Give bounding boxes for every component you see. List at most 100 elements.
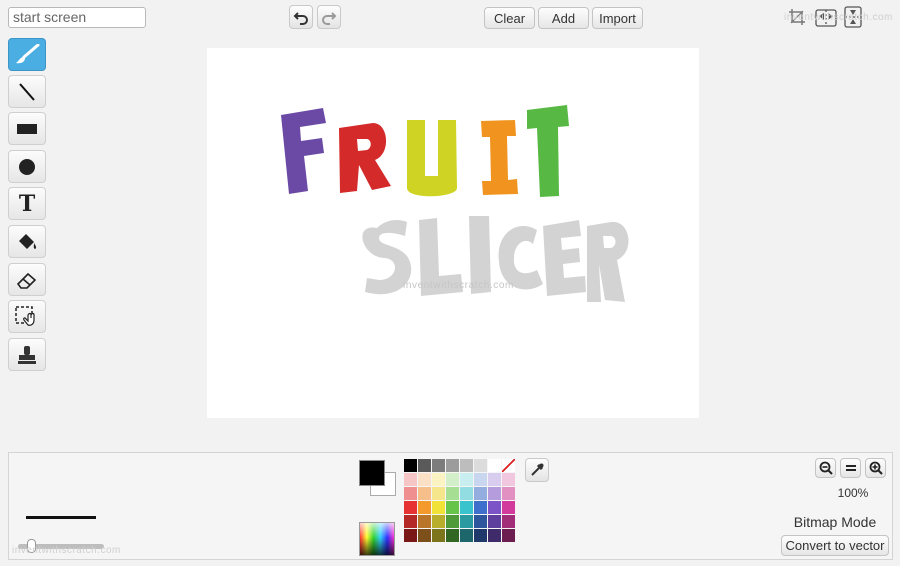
palette-swatch[interactable] bbox=[502, 529, 515, 542]
palette-swatch[interactable] bbox=[418, 515, 431, 528]
add-button[interactable]: Add bbox=[538, 7, 589, 29]
brush-size-preview bbox=[26, 516, 96, 519]
palette-swatch[interactable] bbox=[460, 501, 473, 514]
clear-button[interactable]: Clear bbox=[484, 7, 535, 29]
palette-swatch[interactable] bbox=[502, 515, 515, 528]
slicer-letter-r bbox=[587, 221, 629, 302]
palette-swatch[interactable] bbox=[488, 529, 501, 542]
zoom-level-label: 100% bbox=[837, 486, 869, 500]
equals-icon bbox=[845, 465, 856, 471]
palette-swatch[interactable] bbox=[488, 459, 501, 472]
color-picker-gradient[interactable] bbox=[359, 522, 395, 556]
palette-swatch[interactable] bbox=[418, 487, 431, 500]
mode-label: Bitmap Mode bbox=[793, 514, 877, 530]
text-tool[interactable]: T bbox=[8, 187, 46, 220]
palette-swatch[interactable] bbox=[488, 473, 501, 486]
watermark-top: inventwithscratch.com bbox=[784, 12, 893, 23]
palette-swatch[interactable] bbox=[474, 529, 487, 542]
select-icon bbox=[15, 305, 35, 326]
palette-swatch[interactable] bbox=[488, 501, 501, 514]
fruit-letter-i bbox=[481, 120, 518, 195]
watermark-bottom: inventwithscratch.com bbox=[12, 545, 121, 556]
undo-icon bbox=[293, 12, 308, 25]
eyedropper-button[interactable] bbox=[525, 458, 549, 482]
redo-button[interactable] bbox=[317, 5, 341, 29]
paintbrush-icon bbox=[16, 43, 40, 63]
palette-swatch[interactable] bbox=[404, 501, 417, 514]
palette-swatch[interactable] bbox=[460, 487, 473, 500]
palette-swatch[interactable] bbox=[404, 515, 417, 528]
palette-swatch[interactable] bbox=[474, 515, 487, 528]
palette-swatch[interactable] bbox=[446, 515, 459, 528]
palette-swatch[interactable] bbox=[474, 459, 487, 472]
eyedropper-icon bbox=[531, 463, 544, 476]
fill-tool[interactable] bbox=[8, 225, 46, 258]
palette-swatch[interactable] bbox=[502, 473, 515, 486]
text-icon: T bbox=[18, 190, 36, 217]
foreground-color-swatch[interactable] bbox=[359, 460, 385, 486]
palette-swatch[interactable] bbox=[418, 459, 431, 472]
title-artwork: inventwithscratch.com bbox=[281, 105, 629, 302]
palette-swatch[interactable] bbox=[446, 459, 459, 472]
zoom-reset-button[interactable] bbox=[840, 458, 861, 478]
transparent-swatch[interactable] bbox=[502, 459, 515, 472]
palette-swatch[interactable] bbox=[432, 487, 445, 500]
palette-swatch[interactable] bbox=[418, 529, 431, 542]
palette-swatch[interactable] bbox=[446, 529, 459, 542]
canvas-watermark: inventwithscratch.com bbox=[403, 280, 514, 291]
palette-swatch[interactable] bbox=[432, 515, 445, 528]
palette-swatch[interactable] bbox=[446, 487, 459, 500]
color-palette bbox=[404, 459, 515, 542]
import-button[interactable]: Import bbox=[592, 7, 643, 29]
palette-swatch[interactable] bbox=[404, 487, 417, 500]
select-tool[interactable] bbox=[8, 300, 46, 333]
convert-to-vector-button[interactable]: Convert to vector bbox=[781, 535, 889, 556]
palette-swatch[interactable] bbox=[418, 501, 431, 514]
stamp-tool[interactable] bbox=[8, 338, 46, 371]
palette-swatch[interactable] bbox=[432, 501, 445, 514]
rectangle-tool[interactable] bbox=[8, 112, 46, 145]
zoom-out-button[interactable] bbox=[815, 458, 836, 478]
zoom-in-button[interactable] bbox=[865, 458, 886, 478]
palette-swatch[interactable] bbox=[446, 501, 459, 514]
palette-swatch[interactable] bbox=[404, 459, 417, 472]
costume-name-input[interactable]: start screen bbox=[8, 7, 146, 28]
palette-swatch[interactable] bbox=[474, 501, 487, 514]
palette-swatch[interactable] bbox=[460, 529, 473, 542]
eraser-icon bbox=[16, 272, 37, 289]
eraser-tool[interactable] bbox=[8, 263, 46, 296]
zoom-in-icon bbox=[869, 461, 883, 475]
paintbrush-tool[interactable] bbox=[8, 38, 46, 71]
paint-bucket-icon bbox=[19, 233, 37, 249]
rectangle-icon bbox=[17, 123, 37, 134]
palette-swatch[interactable] bbox=[418, 473, 431, 486]
ellipse-tool[interactable] bbox=[8, 150, 46, 183]
fruit-letter-u bbox=[407, 120, 457, 197]
fruit-letter-f bbox=[281, 108, 326, 194]
fruit-letter-t bbox=[527, 105, 569, 197]
line-icon bbox=[19, 82, 35, 101]
palette-swatch[interactable] bbox=[474, 487, 487, 500]
palette-swatch[interactable] bbox=[432, 459, 445, 472]
palette-swatch[interactable] bbox=[404, 529, 417, 542]
slicer-letter-e bbox=[543, 220, 586, 296]
undo-button[interactable] bbox=[289, 5, 313, 29]
palette-swatch[interactable] bbox=[404, 473, 417, 486]
ellipse-icon bbox=[19, 158, 35, 175]
palette-swatch[interactable] bbox=[446, 473, 459, 486]
line-tool[interactable] bbox=[8, 75, 46, 108]
zoom-out-icon bbox=[819, 461, 833, 475]
palette-swatch[interactable] bbox=[502, 501, 515, 514]
palette-swatch[interactable] bbox=[488, 515, 501, 528]
fruit-letter-r bbox=[339, 123, 391, 193]
palette-swatch[interactable] bbox=[488, 487, 501, 500]
redo-icon bbox=[322, 12, 337, 25]
palette-swatch[interactable] bbox=[432, 473, 445, 486]
palette-swatch[interactable] bbox=[460, 459, 473, 472]
palette-swatch[interactable] bbox=[502, 487, 515, 500]
stamp-icon bbox=[18, 345, 36, 364]
palette-swatch[interactable] bbox=[460, 473, 473, 486]
palette-swatch[interactable] bbox=[432, 529, 445, 542]
palette-swatch[interactable] bbox=[474, 473, 487, 486]
palette-swatch[interactable] bbox=[460, 515, 473, 528]
